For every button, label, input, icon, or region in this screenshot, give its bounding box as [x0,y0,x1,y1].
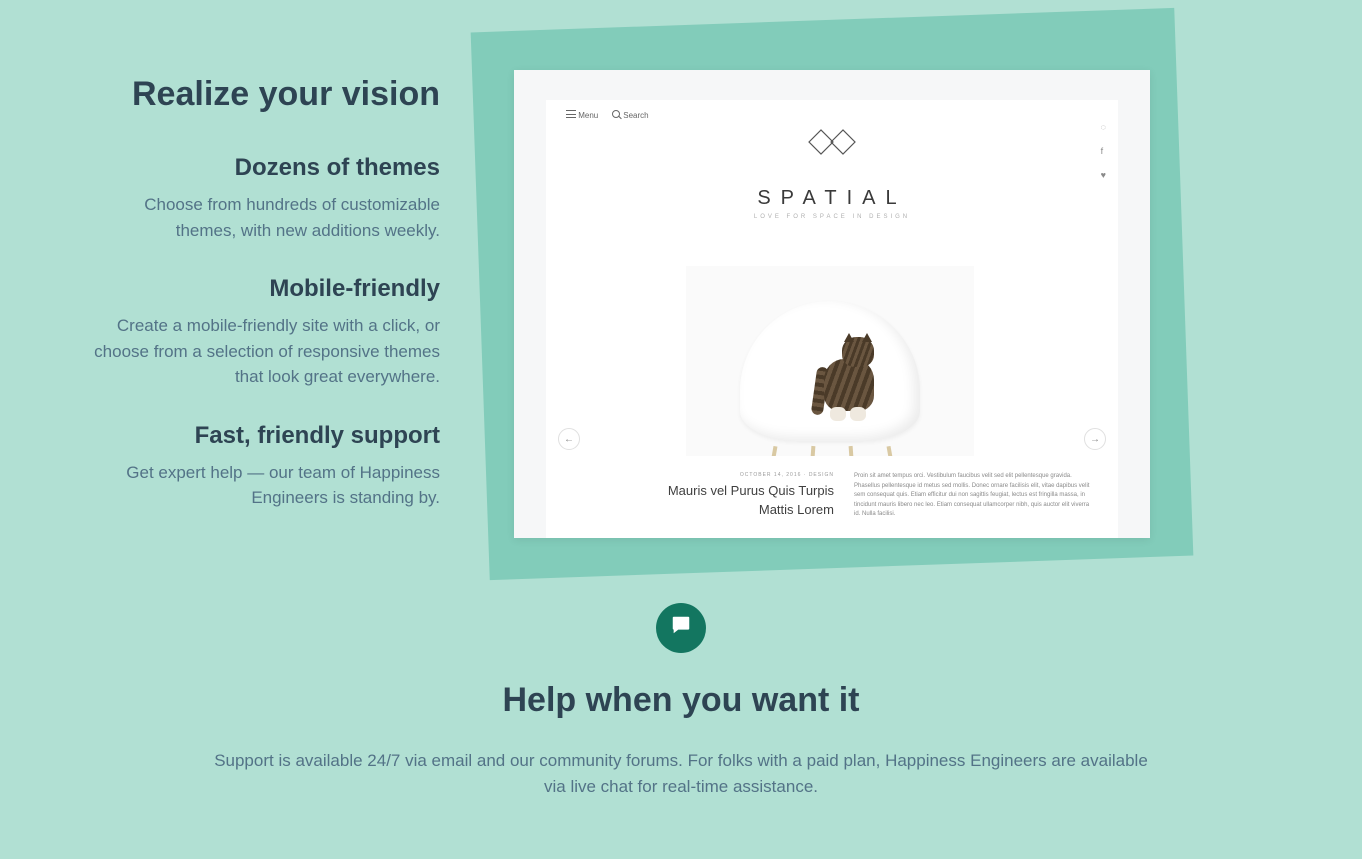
brand-name: SPATIAL [546,187,1118,210]
article-body: Proin sit amet tempus orci. Vestibulum f… [854,472,1092,520]
theme-brand-block: SPATIAL LOVE FOR SPACE IN DESIGN [546,128,1118,220]
hero-image [686,266,974,456]
feature-title-support: Fast, friendly support [80,422,440,450]
article-left: OCTOBER 14, 2016 · DESIGN Mauris vel Pur… [654,472,834,520]
article-row: OCTOBER 14, 2016 · DESIGN Mauris vel Pur… [654,472,1092,520]
help-section: Help when you want it Support is availab… [0,603,1362,841]
feature-body-mobile: Create a mobile-friendly site with a cli… [80,313,440,390]
menu-toggle[interactable]: Menu [566,110,598,120]
article-meta: OCTOBER 14, 2016 · DESIGN [654,472,834,478]
theme-preview: Menu Search ◌ f ♥ SPATIAL LOVE FOR SPACE [480,20,1150,543]
feature-body-support: Get expert help — our team of Happiness … [80,460,440,511]
feature-body-themes: Choose from hundreds of customizable the… [80,192,440,243]
search-toggle[interactable]: Search [612,110,648,120]
article-title[interactable]: Mauris vel Purus Quis Turpis Mattis Lore… [654,482,834,520]
brand-logo-icon [805,128,859,169]
search-icon [612,110,620,118]
chat-icon [670,614,692,641]
cat-illustration [818,331,882,421]
help-body: Support is available 24/7 via email and … [211,748,1151,801]
next-slide-button[interactable]: → [1084,428,1106,450]
brand-tagline: LOVE FOR SPACE IN DESIGN [546,214,1118,220]
vision-section: Realize your vision Dozens of themes Cho… [0,0,1362,543]
vision-left-column: Realize your vision Dozens of themes Cho… [80,20,440,543]
chat-badge [656,603,706,653]
page: Realize your vision Dozens of themes Cho… [0,0,1362,859]
search-label: Search [623,111,648,120]
chevron-right-icon: → [1090,434,1100,445]
prev-slide-button[interactable]: ← [558,428,580,450]
help-title: Help when you want it [120,681,1242,720]
chair-illustration [740,301,920,456]
menu-label: Menu [578,111,598,120]
theme-card: Menu Search ◌ f ♥ SPATIAL LOVE FOR SPACE [514,70,1150,538]
theme-inner: Menu Search ◌ f ♥ SPATIAL LOVE FOR SPACE [546,100,1118,538]
hamburger-icon [566,110,576,118]
feature-title-mobile: Mobile-friendly [80,275,440,303]
feature-title-themes: Dozens of themes [80,154,440,182]
vision-title: Realize your vision [80,75,440,114]
chevron-left-icon: ← [564,434,574,445]
theme-topbar: Menu Search [566,110,649,120]
